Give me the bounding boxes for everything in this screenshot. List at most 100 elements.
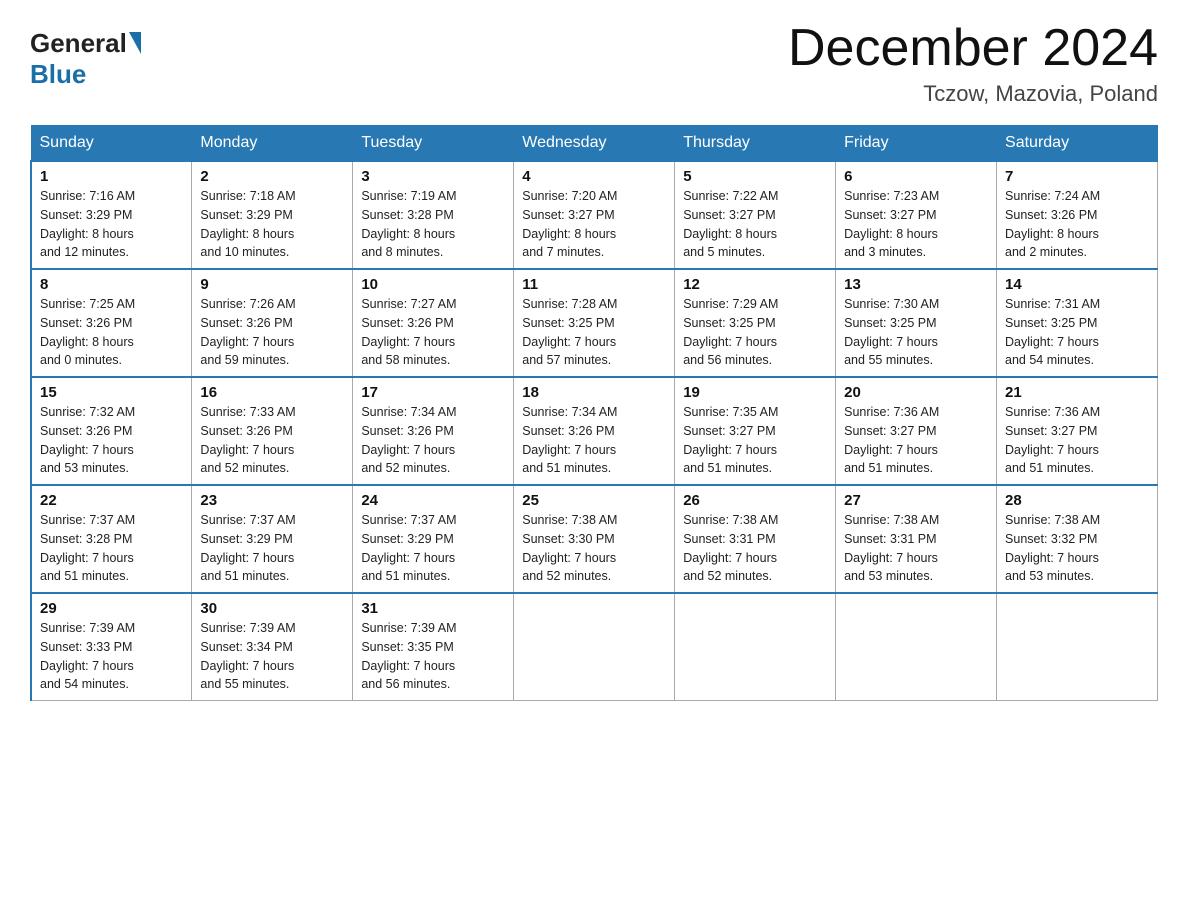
weekday-header-thursday: Thursday: [675, 126, 836, 162]
day-info: Sunrise: 7:38 AMSunset: 3:32 PMDaylight:…: [1005, 511, 1149, 586]
calendar-cell: 26 Sunrise: 7:38 AMSunset: 3:31 PMDayligh…: [675, 485, 836, 593]
calendar-cell: 27 Sunrise: 7:38 AMSunset: 3:31 PMDayligh…: [836, 485, 997, 593]
calendar-cell: 28 Sunrise: 7:38 AMSunset: 3:32 PMDayligh…: [997, 485, 1158, 593]
calendar-cell: 2Sunrise: 7:18 AMSunset: 3:29 PMDaylight…: [192, 161, 353, 269]
day-info: Sunrise: 7:18 AMSunset: 3:29 PMDaylight:…: [200, 187, 344, 262]
day-number: 21: [1005, 384, 1149, 401]
day-info: Sunrise: 7:28 AMSunset: 3:25 PMDaylight:…: [522, 295, 666, 370]
calendar-cell: 5 Sunrise: 7:22 AMSunset: 3:27 PMDaylight…: [675, 161, 836, 269]
calendar-cell: 21 Sunrise: 7:36 AMSunset: 3:27 PMDayligh…: [997, 377, 1158, 485]
day-number: 10: [361, 276, 505, 293]
day-number: 23: [200, 492, 344, 509]
calendar-cell: 10 Sunrise: 7:27 AMSunset: 3:26 PMDayligh…: [353, 269, 514, 377]
day-info: Sunrise: 7:39 AMSunset: 3:34 PMDaylight:…: [200, 619, 344, 694]
calendar-week-row: 15 Sunrise: 7:32 AMSunset: 3:26 PMDayligh…: [31, 377, 1158, 485]
calendar-cell: 11 Sunrise: 7:28 AMSunset: 3:25 PMDayligh…: [514, 269, 675, 377]
day-info: Sunrise: 7:36 AMSunset: 3:27 PMDaylight:…: [1005, 403, 1149, 478]
day-info: Sunrise: 7:31 AMSunset: 3:25 PMDaylight:…: [1005, 295, 1149, 370]
calendar-cell: [514, 593, 675, 701]
day-info: Sunrise: 7:39 AMSunset: 3:33 PMDaylight:…: [40, 619, 183, 694]
calendar-cell: 22 Sunrise: 7:37 AMSunset: 3:28 PMDayligh…: [31, 485, 192, 593]
calendar-cell: 14 Sunrise: 7:31 AMSunset: 3:25 PMDayligh…: [997, 269, 1158, 377]
calendar-week-row: 1 Sunrise: 7:16 AMSunset: 3:29 PMDaylight…: [31, 161, 1158, 269]
day-number: 12: [683, 276, 827, 293]
day-number: 17: [361, 384, 505, 401]
calendar-cell: 16Sunrise: 7:33 AMSunset: 3:26 PMDayligh…: [192, 377, 353, 485]
calendar-week-row: 22 Sunrise: 7:37 AMSunset: 3:28 PMDayligh…: [31, 485, 1158, 593]
day-number: 7: [1005, 168, 1149, 185]
day-number: 15: [40, 384, 183, 401]
calendar-cell: 23 Sunrise: 7:37 AMSunset: 3:29 PMDayligh…: [192, 485, 353, 593]
day-number: 19: [683, 384, 827, 401]
day-number: 30: [200, 600, 344, 617]
calendar-body: 1 Sunrise: 7:16 AMSunset: 3:29 PMDaylight…: [31, 161, 1158, 701]
calendar-cell: 8Sunrise: 7:25 AMSunset: 3:26 PMDaylight…: [31, 269, 192, 377]
day-info: Sunrise: 7:38 AMSunset: 3:31 PMDaylight:…: [844, 511, 988, 586]
weekday-header-row: SundayMondayTuesdayWednesdayThursdayFrid…: [31, 126, 1158, 162]
calendar-cell: 19 Sunrise: 7:35 AMSunset: 3:27 PMDayligh…: [675, 377, 836, 485]
logo-general-text: General: [30, 28, 127, 59]
day-info: Sunrise: 7:32 AMSunset: 3:26 PMDaylight:…: [40, 403, 183, 478]
day-number: 11: [522, 276, 666, 293]
day-number: 29: [40, 600, 183, 617]
day-info: Sunrise: 7:36 AMSunset: 3:27 PMDaylight:…: [844, 403, 988, 478]
logo: General Blue: [30, 20, 141, 90]
calendar-cell: [836, 593, 997, 701]
day-info: Sunrise: 7:25 AMSunset: 3:26 PMDaylight:…: [40, 295, 183, 370]
calendar-cell: 17Sunrise: 7:34 AMSunset: 3:26 PMDayligh…: [353, 377, 514, 485]
weekday-header-sunday: Sunday: [31, 126, 192, 162]
calendar-week-row: 8Sunrise: 7:25 AMSunset: 3:26 PMDaylight…: [31, 269, 1158, 377]
day-info: Sunrise: 7:20 AMSunset: 3:27 PMDaylight:…: [522, 187, 666, 262]
day-number: 28: [1005, 492, 1149, 509]
day-info: Sunrise: 7:34 AMSunset: 3:26 PMDaylight:…: [522, 403, 666, 478]
day-number: 27: [844, 492, 988, 509]
day-number: 1: [40, 168, 183, 185]
calendar-cell: 1 Sunrise: 7:16 AMSunset: 3:29 PMDaylight…: [31, 161, 192, 269]
weekday-header-wednesday: Wednesday: [514, 126, 675, 162]
calendar-cell: [997, 593, 1158, 701]
day-info: Sunrise: 7:35 AMSunset: 3:27 PMDaylight:…: [683, 403, 827, 478]
calendar-cell: 3Sunrise: 7:19 AMSunset: 3:28 PMDaylight…: [353, 161, 514, 269]
day-info: Sunrise: 7:27 AMSunset: 3:26 PMDaylight:…: [361, 295, 505, 370]
day-info: Sunrise: 7:22 AMSunset: 3:27 PMDaylight:…: [683, 187, 827, 262]
day-number: 5: [683, 168, 827, 185]
weekday-header-monday: Monday: [192, 126, 353, 162]
day-number: 22: [40, 492, 183, 509]
day-number: 20: [844, 384, 988, 401]
calendar-cell: 29 Sunrise: 7:39 AMSunset: 3:33 PMDayligh…: [31, 593, 192, 701]
day-info: Sunrise: 7:37 AMSunset: 3:29 PMDaylight:…: [361, 511, 505, 586]
calendar-cell: 15 Sunrise: 7:32 AMSunset: 3:26 PMDayligh…: [31, 377, 192, 485]
day-info: Sunrise: 7:33 AMSunset: 3:26 PMDaylight:…: [200, 403, 344, 478]
calendar-cell: 25Sunrise: 7:38 AMSunset: 3:30 PMDayligh…: [514, 485, 675, 593]
day-number: 26: [683, 492, 827, 509]
calendar-cell: 4 Sunrise: 7:20 AMSunset: 3:27 PMDaylight…: [514, 161, 675, 269]
day-number: 9: [200, 276, 344, 293]
day-info: Sunrise: 7:16 AMSunset: 3:29 PMDaylight:…: [40, 187, 183, 262]
day-info: Sunrise: 7:23 AMSunset: 3:27 PMDaylight:…: [844, 187, 988, 262]
day-number: 14: [1005, 276, 1149, 293]
day-info: Sunrise: 7:37 AMSunset: 3:28 PMDaylight:…: [40, 511, 183, 586]
calendar-cell: 12Sunrise: 7:29 AMSunset: 3:25 PMDayligh…: [675, 269, 836, 377]
calendar-table: SundayMondayTuesdayWednesdayThursdayFrid…: [30, 125, 1158, 701]
calendar-cell: 20 Sunrise: 7:36 AMSunset: 3:27 PMDayligh…: [836, 377, 997, 485]
calendar-cell: 31Sunrise: 7:39 AMSunset: 3:35 PMDayligh…: [353, 593, 514, 701]
weekday-header-saturday: Saturday: [997, 126, 1158, 162]
day-info: Sunrise: 7:38 AMSunset: 3:31 PMDaylight:…: [683, 511, 827, 586]
calendar-cell: [675, 593, 836, 701]
title-area: December 2024 Tczow, Mazovia, Poland: [788, 20, 1158, 107]
day-number: 4: [522, 168, 666, 185]
day-number: 6: [844, 168, 988, 185]
calendar-cell: 13Sunrise: 7:30 AMSunset: 3:25 PMDayligh…: [836, 269, 997, 377]
calendar-cell: 30 Sunrise: 7:39 AMSunset: 3:34 PMDayligh…: [192, 593, 353, 701]
calendar-week-row: 29 Sunrise: 7:39 AMSunset: 3:33 PMDayligh…: [31, 593, 1158, 701]
logo-blue-text: Blue: [30, 59, 86, 90]
day-number: 24: [361, 492, 505, 509]
day-info: Sunrise: 7:26 AMSunset: 3:26 PMDaylight:…: [200, 295, 344, 370]
calendar-cell: 7Sunrise: 7:24 AMSunset: 3:26 PMDaylight…: [997, 161, 1158, 269]
day-number: 31: [361, 600, 505, 617]
day-info: Sunrise: 7:30 AMSunset: 3:25 PMDaylight:…: [844, 295, 988, 370]
day-info: Sunrise: 7:37 AMSunset: 3:29 PMDaylight:…: [200, 511, 344, 586]
month-title: December 2024: [788, 20, 1158, 77]
calendar-cell: 6 Sunrise: 7:23 AMSunset: 3:27 PMDaylight…: [836, 161, 997, 269]
day-number: 3: [361, 168, 505, 185]
